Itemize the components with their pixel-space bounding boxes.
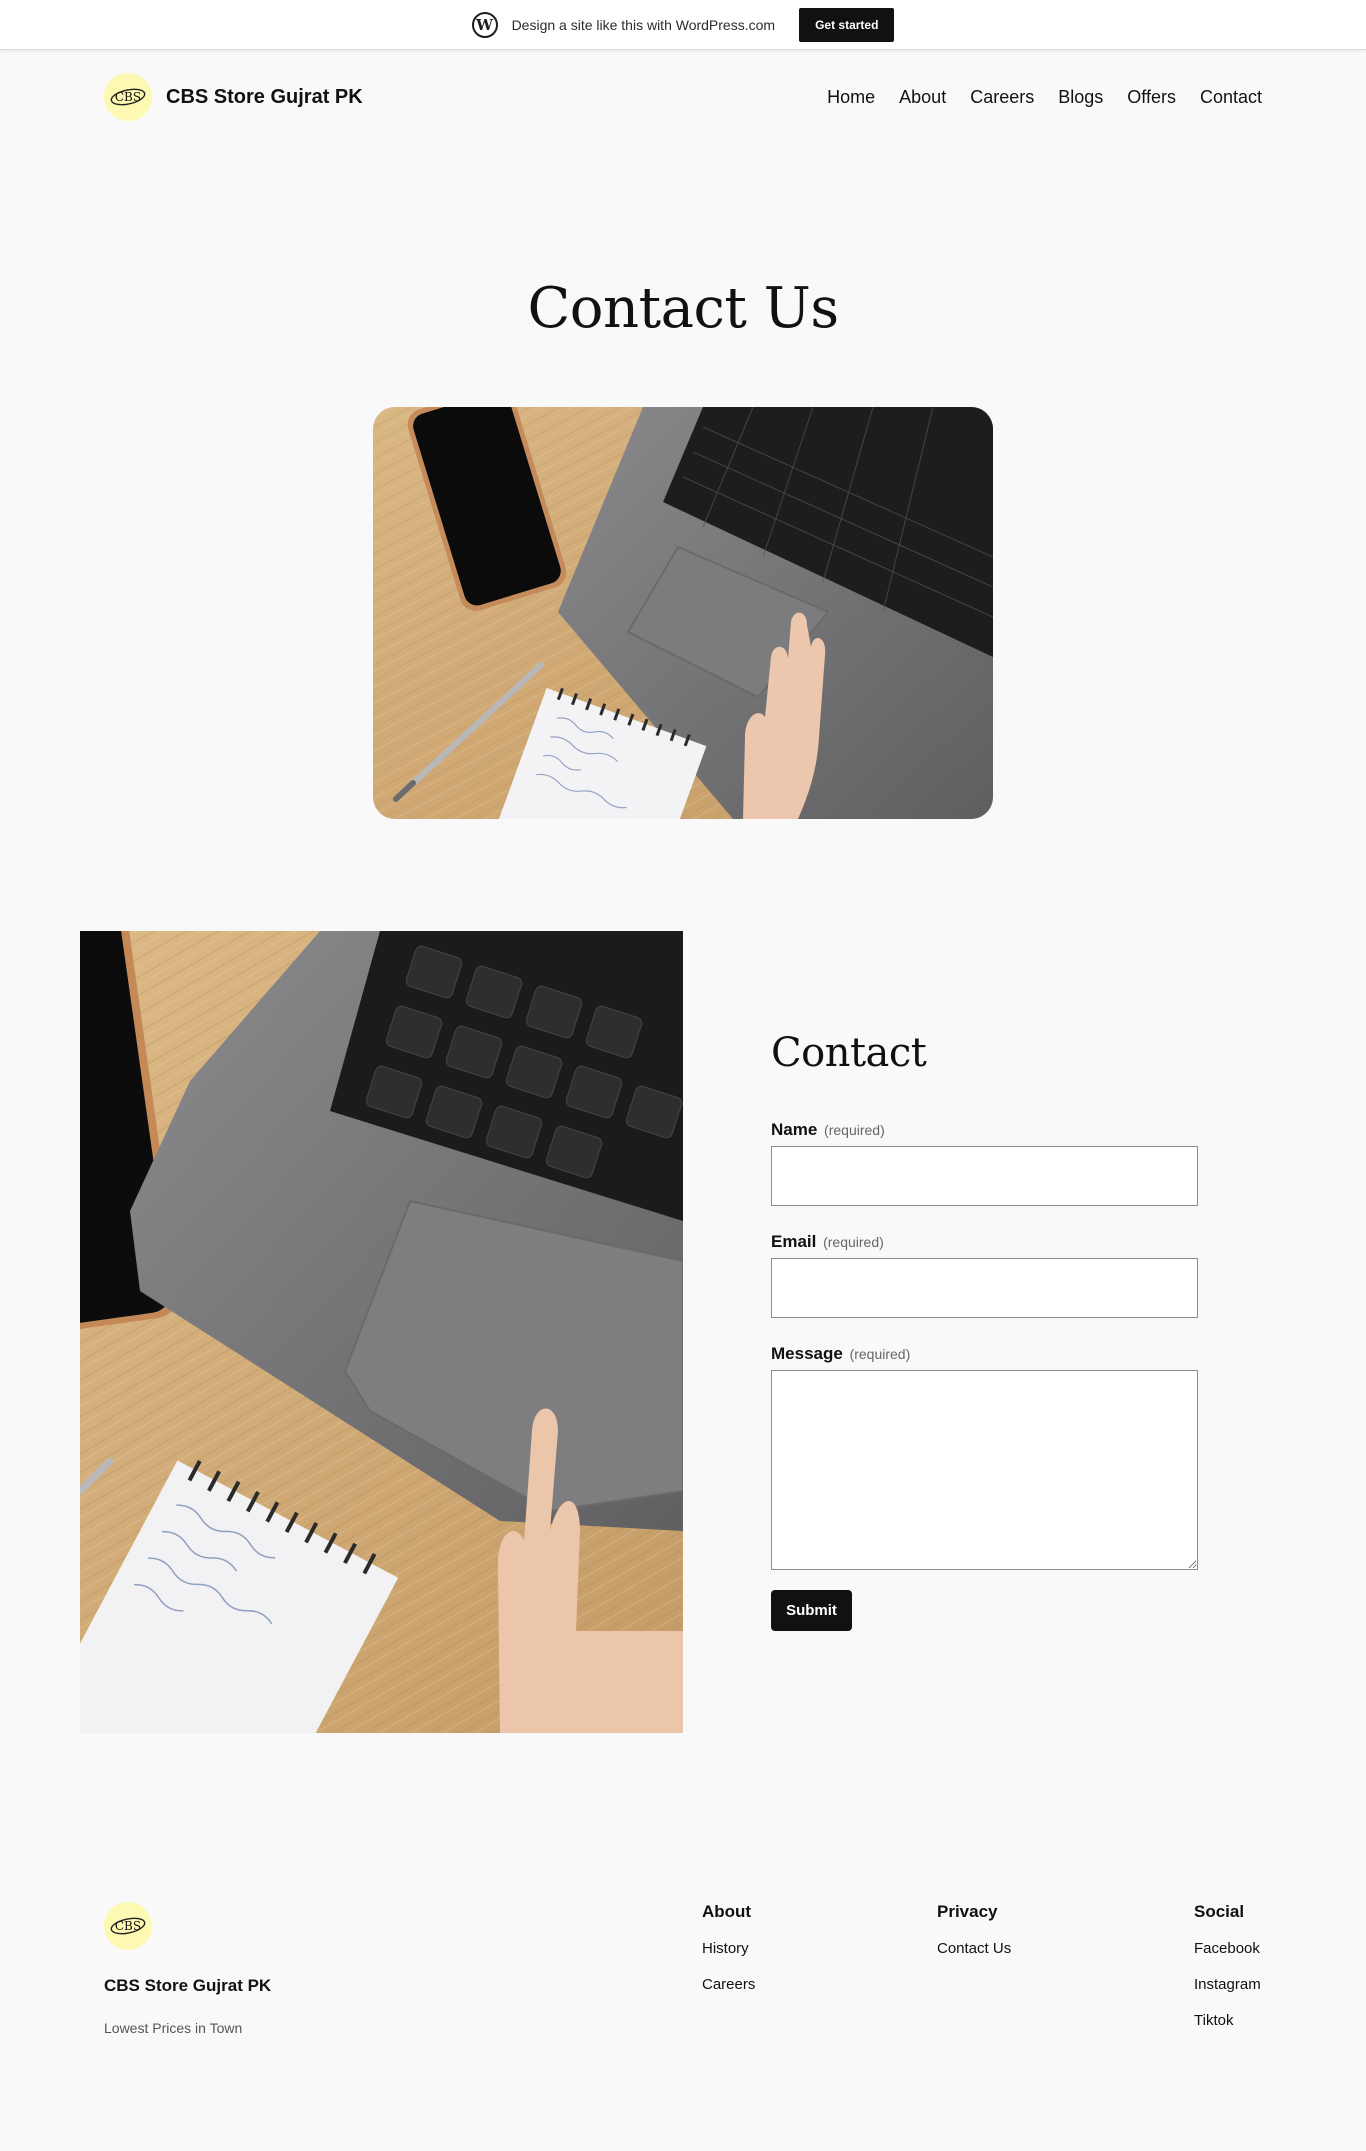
footer-column-social: Social Facebook Instagram Tiktok	[1194, 1902, 1261, 2048]
promo-text[interactable]: Design a site like this with WordPress.c…	[512, 17, 776, 33]
footer-link-facebook[interactable]: Facebook	[1194, 1940, 1261, 1957]
hero-image	[373, 407, 993, 819]
email-required-text: (required)	[823, 1234, 884, 1250]
email-label: Email (required)	[771, 1232, 1199, 1252]
site-logo[interactable]: CBS	[104, 73, 152, 121]
footer-heading-privacy: Privacy	[937, 1902, 998, 1921]
site-title[interactable]: CBS Store Gujrat PK	[166, 86, 363, 109]
nav-offers[interactable]: Offers	[1127, 87, 1176, 108]
footer-tagline: Lowest Prices in Town	[104, 2020, 243, 2036]
cbs-logo-icon: CBS	[110, 88, 146, 106]
footer-link-contact-us[interactable]: Contact Us	[937, 1940, 1011, 1957]
laptop-closeup-photo	[80, 931, 683, 1733]
wordpress-promo-bar: W Design a site like this with WordPress…	[0, 0, 1366, 50]
logo-text: CBS	[115, 90, 141, 104]
nav-about[interactable]: About	[899, 87, 946, 108]
nav-contact[interactable]: Contact	[1200, 87, 1262, 108]
page: W Design a site like this with WordPress…	[0, 0, 1366, 2151]
site-footer: CBS CBS Store Gujrat PK Lowest Prices in…	[104, 1902, 1262, 2052]
footer-link-tiktok[interactable]: Tiktok	[1194, 2012, 1261, 2029]
nav-blogs[interactable]: Blogs	[1058, 87, 1103, 108]
page-title: Contact Us	[527, 276, 839, 341]
submit-button[interactable]: Submit	[771, 1590, 852, 1631]
message-label-text: Message	[771, 1344, 843, 1363]
footer-link-careers[interactable]: Careers	[702, 1976, 755, 1993]
main-nav: Home About Careers Blogs Offers Contact	[827, 87, 1262, 108]
footer-site-title[interactable]: CBS Store Gujrat PK	[104, 1976, 271, 1996]
laptop-desk-photo	[373, 407, 993, 819]
name-label: Name (required)	[771, 1120, 1199, 1140]
brand: CBS CBS Store Gujrat PK	[104, 73, 363, 121]
footer-heading-about: About	[702, 1902, 752, 1921]
footer-column-privacy: Privacy Contact Us	[937, 1902, 1011, 1976]
get-started-button[interactable]: Get started	[799, 7, 895, 42]
footer-logo-text: CBS	[115, 1919, 141, 1933]
name-field[interactable]	[771, 1146, 1198, 1206]
footer-link-history[interactable]: History	[702, 1940, 755, 1957]
footer-heading-social: Social	[1194, 1902, 1245, 1921]
footer-link-instagram[interactable]: Instagram	[1194, 1976, 1261, 1993]
contact-form: Contact Name (required) Email (required)…	[771, 1030, 1199, 1631]
email-field[interactable]	[771, 1258, 1198, 1318]
email-label-text: Email	[771, 1232, 817, 1251]
nav-home[interactable]: Home	[827, 87, 875, 108]
footer-column-about: About History Careers	[702, 1902, 755, 2012]
footer-logo[interactable]: CBS	[104, 1902, 152, 1950]
nav-careers[interactable]: Careers	[970, 87, 1034, 108]
site-header: CBS CBS Store Gujrat PK Home About Caree…	[104, 70, 1262, 124]
cbs-logo-icon: CBS	[110, 1917, 146, 1935]
message-required-text: (required)	[849, 1346, 911, 1362]
side-image	[80, 931, 683, 1733]
form-title: Contact	[771, 1030, 927, 1076]
name-required-text: (required)	[824, 1122, 885, 1138]
message-label: Message (required)	[771, 1344, 1199, 1364]
name-label-text: Name	[771, 1120, 818, 1139]
wordpress-logo-icon[interactable]: W	[471, 11, 498, 38]
message-field[interactable]	[771, 1370, 1198, 1570]
